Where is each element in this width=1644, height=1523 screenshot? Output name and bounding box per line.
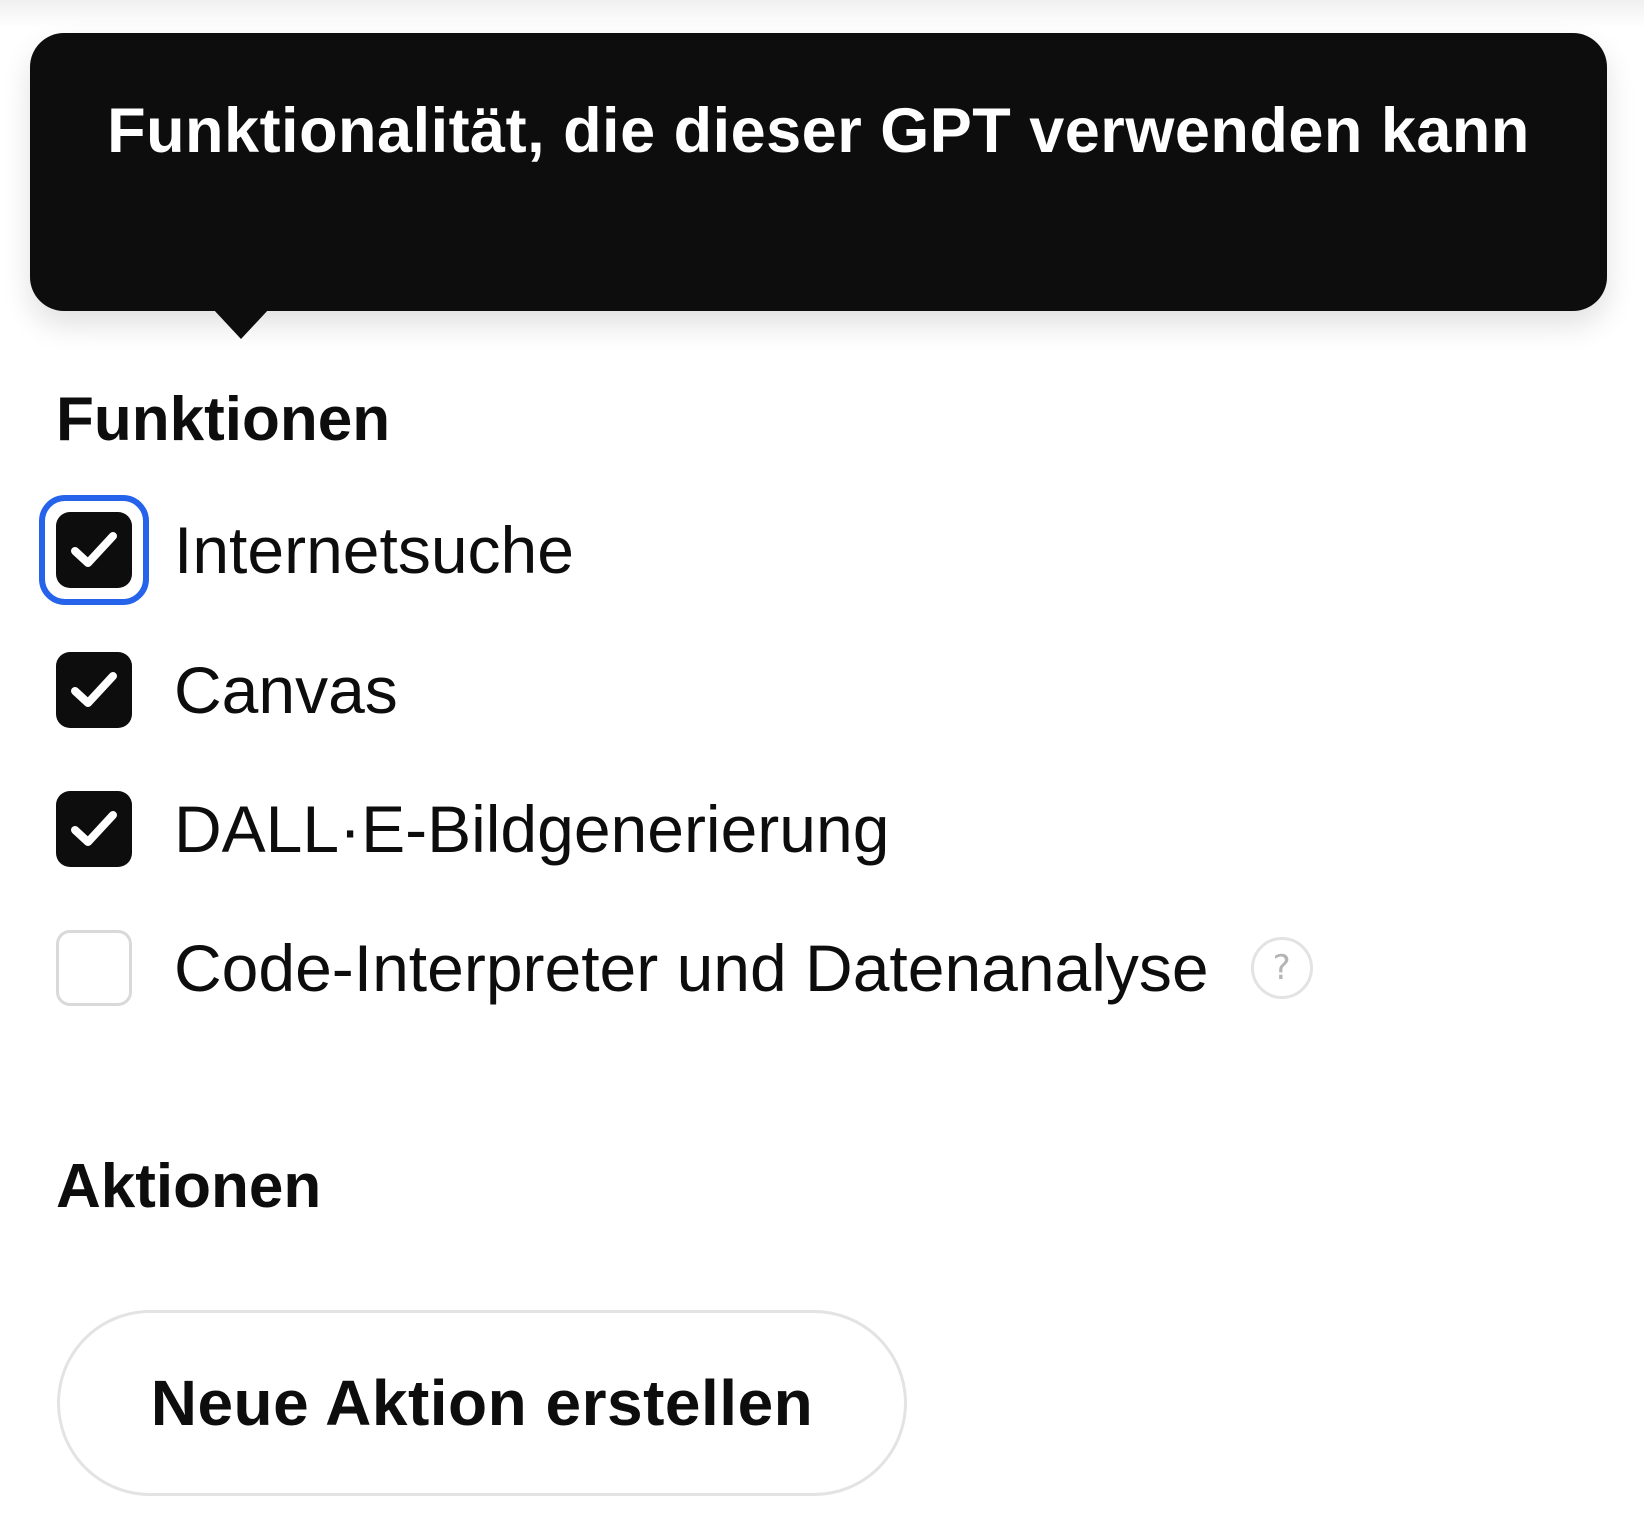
capability-label: DALL·E-Bildgenerierung (174, 792, 890, 866)
capability-label: Code-Interpreter und Datenanalyse (174, 931, 1209, 1005)
checkbox-internetsuche[interactable] (39, 495, 149, 605)
checkmark-icon (71, 672, 117, 707)
create-new-action-button[interactable]: Neue Aktion erstellen (57, 1310, 907, 1496)
actions-heading: Aktionen (56, 1152, 322, 1221)
checkbox-dalle[interactable] (56, 791, 132, 867)
capability-label: Canvas (174, 653, 398, 727)
capability-code-interpreter[interactable]: Code-Interpreter und Datenanalyse ? (56, 928, 1313, 1008)
top-shadow (0, 0, 1644, 28)
checkbox-canvas[interactable] (56, 652, 132, 728)
capability-dalle[interactable]: DALL·E-Bildgenerierung (56, 789, 889, 869)
tooltip-text: Funktionalität, die dieser GPT verwenden… (107, 96, 1530, 166)
capability-internetsuche[interactable]: Internetsuche (39, 495, 574, 605)
tooltip-arrow (213, 309, 269, 339)
checkmark-icon (71, 532, 117, 567)
tooltip: Funktionalität, die dieser GPT verwenden… (30, 33, 1607, 311)
capability-canvas[interactable]: Canvas (56, 650, 398, 730)
checkmark-icon (71, 811, 117, 846)
checkbox-code-interpreter[interactable] (56, 930, 132, 1006)
question-mark-icon[interactable]: ? (1250, 937, 1313, 999)
capability-label: Internetsuche (174, 513, 574, 587)
capabilities-heading: Funktionen (56, 385, 391, 454)
